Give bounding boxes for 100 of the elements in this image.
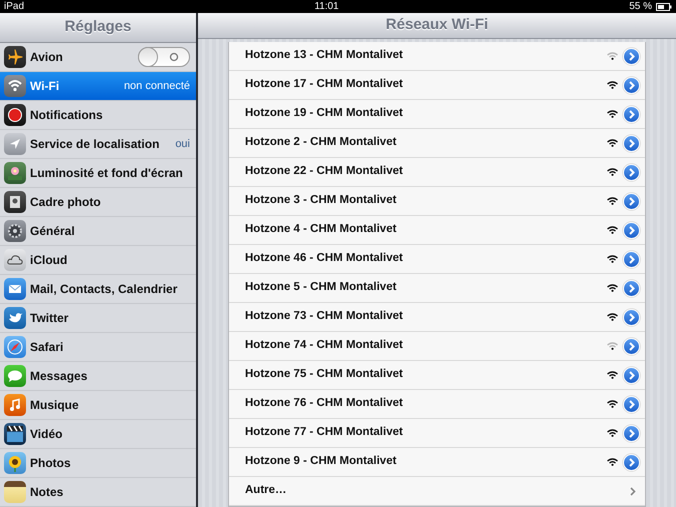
- details-button[interactable]: [623, 308, 640, 326]
- wifi-icon: [4, 75, 26, 97]
- cloud-icon: [4, 249, 26, 271]
- speech-bubble-icon: [4, 365, 26, 387]
- sunflower-icon: [4, 452, 26, 474]
- details-button[interactable]: [623, 454, 640, 470]
- settings-item-label: Vidéo: [30, 426, 62, 443]
- settings-item[interactable]: Musique: [0, 391, 196, 420]
- chevron-icon: [628, 226, 636, 234]
- chevron-icon: [628, 284, 636, 292]
- settings-item-label: Musique: [30, 397, 79, 414]
- network-name[interactable]: Hotzone 22 - CHM Montalivet: [245, 163, 403, 181]
- network-name[interactable]: Hotzone 74 - CHM Montalivet: [245, 337, 403, 355]
- details-button[interactable]: [623, 134, 640, 152]
- notification-icon: [4, 104, 26, 126]
- details-button[interactable]: [623, 250, 640, 268]
- flower-icon: [4, 162, 26, 184]
- chevron-icon: [628, 138, 636, 148]
- network-name[interactable]: Hotzone 9 - CHM Montalivet: [245, 453, 396, 471]
- settings-item-label: Mail, Contacts, Calendrier: [30, 281, 178, 298]
- chevron-icon: [628, 52, 636, 60]
- chevron-icon: [628, 342, 636, 350]
- network-name[interactable]: Hotzone 3 - CHM Montalivet: [245, 192, 396, 210]
- settings-item-label: Avion: [30, 49, 63, 66]
- settings-item-label: Messages: [30, 368, 88, 385]
- settings-item-label: Wi-Fi: [30, 78, 60, 95]
- settings-item[interactable]: Twitter: [0, 304, 196, 333]
- network-name[interactable]: Hotzone 17 - CHM Montalivet: [245, 76, 403, 94]
- network-name[interactable]: Hotzone 76 - CHM Montalivet: [245, 395, 403, 413]
- battery-icon: [656, 2, 672, 10]
- other-network-label[interactable]: Autre…: [245, 482, 287, 500]
- chevron-icon: [628, 254, 636, 264]
- details-button[interactable]: [623, 396, 640, 412]
- settings-item-label: Notifications: [30, 107, 103, 124]
- network-name[interactable]: Hotzone 2 - CHM Montalivet: [245, 134, 396, 152]
- envelope-icon: [4, 278, 26, 300]
- settings-item-label: Photos: [30, 455, 71, 472]
- chevron-icon: [628, 312, 636, 322]
- details-button[interactable]: [623, 424, 640, 442]
- settings-item[interactable]: Avion: [0, 43, 196, 72]
- details-button[interactable]: [623, 280, 640, 296]
- network-name[interactable]: Hotzone 77 - CHM Montalivet: [245, 424, 403, 442]
- chevron-icon: [628, 80, 636, 90]
- network-name[interactable]: Hotzone 19 - CHM Montalivet: [245, 105, 403, 123]
- off-mark-icon: [169, 52, 179, 62]
- settings-item[interactable]: Notes: [0, 478, 196, 507]
- network-name[interactable]: Hotzone 46 - CHM Montalivet: [245, 250, 403, 268]
- settings-value: non connecté: [124, 78, 190, 94]
- settings-item[interactable]: iCloud: [0, 246, 196, 275]
- chevron-icon: [628, 370, 636, 380]
- details-button[interactable]: [623, 192, 640, 210]
- settings-item[interactable]: Wi-Fi non connecté: [0, 72, 196, 101]
- settings-item[interactable]: Safari: [0, 333, 196, 362]
- network-name[interactable]: Hotzone 75 - CHM Montalivet: [245, 366, 403, 384]
- settings-item[interactable]: Cadre photo: [0, 188, 196, 217]
- gear-icon: [4, 220, 26, 242]
- bird-icon: [4, 307, 26, 329]
- airplane-icon: [4, 46, 26, 68]
- details-button[interactable]: [623, 338, 640, 354]
- settings-item[interactable]: Mail, Contacts, Calendrier: [0, 275, 196, 304]
- clapperboard-icon: [4, 423, 26, 445]
- chevron-icon: [630, 486, 636, 496]
- chevron-icon: [628, 400, 636, 408]
- settings-item[interactable]: Messages: [0, 362, 196, 391]
- network-name[interactable]: Hotzone 73 - CHM Montalivet: [245, 308, 403, 326]
- settings-item[interactable]: Général: [0, 217, 196, 246]
- details-button[interactable]: [623, 366, 640, 384]
- settings-item[interactable]: Vidéo: [0, 420, 196, 449]
- settings-item-label: Général: [30, 223, 75, 240]
- music-note-icon: [4, 394, 26, 416]
- notepad-icon: [4, 481, 26, 503]
- settings-item-label: Service de localisation: [30, 136, 160, 153]
- settings-item-label: Luminosité et fond d'écran: [30, 165, 183, 182]
- network-name[interactable]: Hotzone 13 - CHM Montalivet: [245, 47, 403, 65]
- chevron-icon: [628, 110, 636, 118]
- photo-frame-icon: [4, 191, 26, 213]
- toggle-switch[interactable]: [138, 47, 190, 67]
- details-button[interactable]: [623, 164, 640, 180]
- settings-value: oui: [175, 136, 190, 152]
- chevron-icon: [628, 458, 636, 466]
- settings-item-label: Safari: [30, 339, 64, 356]
- details-button[interactable]: [623, 222, 640, 238]
- detail-title: Réseaux Wi-Fi: [198, 13, 676, 39]
- battery-percentage: 55 %: [629, 0, 652, 13]
- details-button[interactable]: [623, 106, 640, 122]
- clock: 11:01: [314, 0, 339, 13]
- settings-item[interactable]: Photos: [0, 449, 196, 478]
- details-button[interactable]: [623, 76, 640, 94]
- network-name[interactable]: Hotzone 5 - CHM Montalivet: [245, 279, 396, 297]
- settings-item-label: Notes: [30, 484, 64, 501]
- chevron-icon: [628, 428, 636, 438]
- settings-item-label: Cadre photo: [30, 194, 101, 211]
- device-name: iPad: [4, 0, 24, 13]
- settings-item[interactable]: Luminosité et fond d'écran: [0, 159, 196, 188]
- settings-item[interactable]: Service de localisation oui: [0, 130, 196, 159]
- settings-item[interactable]: Notifications: [0, 101, 196, 130]
- network-name[interactable]: Hotzone 4 - CHM Montalivet: [245, 221, 396, 239]
- chevron-icon: [628, 196, 636, 206]
- details-button[interactable]: [623, 48, 640, 64]
- settings-item-label: iCloud: [30, 252, 68, 269]
